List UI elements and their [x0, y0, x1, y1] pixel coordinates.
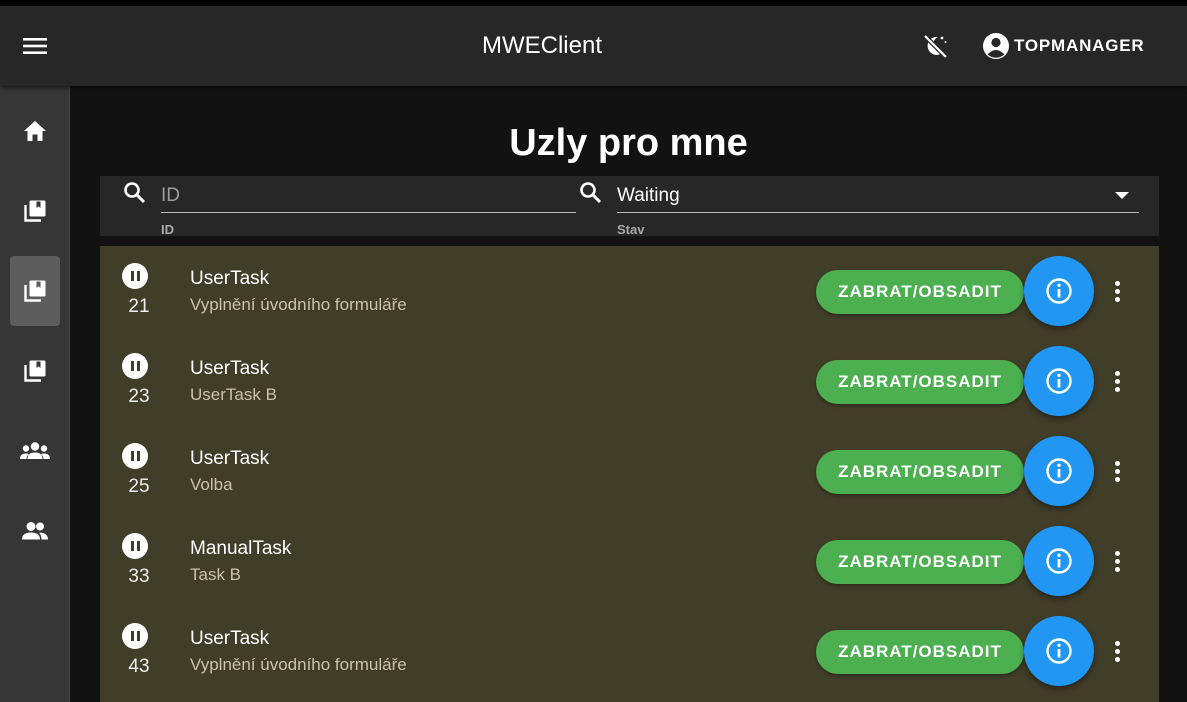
task-name: Vyplnění úvodního formuláře — [190, 295, 407, 314]
claim-button[interactable]: ZABRAT/OBSADIT — [816, 450, 1024, 494]
info-icon — [1046, 638, 1072, 664]
claim-button[interactable]: ZABRAT/OBSADIT — [816, 630, 1024, 674]
more-options-button[interactable] — [1103, 636, 1131, 666]
status-filter-select[interactable]: Waiting — [617, 180, 1139, 213]
id-filter-input[interactable]: ID — [161, 180, 576, 213]
theme-toggle-button[interactable] — [913, 26, 957, 66]
info-button[interactable] — [1024, 256, 1094, 326]
task-id: 23 — [128, 386, 150, 407]
info-icon — [1046, 458, 1072, 484]
page-title: Uzly pro mne — [509, 122, 748, 164]
info-button[interactable] — [1024, 436, 1094, 506]
task-id: 33 — [128, 566, 150, 587]
more-options-button[interactable] — [1103, 546, 1131, 576]
info-icon — [1046, 368, 1072, 394]
more-vert-icon — [1114, 378, 1120, 384]
pause-circle-icon — [122, 353, 148, 379]
pause-circle-icon — [122, 263, 148, 289]
sidebar-item-books-3[interactable] — [10, 336, 60, 406]
task-id: 25 — [128, 476, 150, 497]
task-list: 21 UserTask Vyplnění úvodního formuláře ZAB… — [100, 246, 1159, 702]
sidebar-item-books-1[interactable] — [10, 176, 60, 246]
dropdown-arrow-icon — [1115, 192, 1129, 199]
app-bar: MWEClient TOPMANAGER — [0, 6, 1187, 86]
claim-button[interactable]: ZABRAT/OBSADIT — [816, 540, 1024, 584]
sidebar — [0, 86, 70, 702]
more-vert-icon — [1114, 648, 1120, 654]
task-row: 33 ManualTask Task B ZABRAT/OBSADIT — [100, 516, 1159, 606]
pause-circle-icon — [122, 533, 148, 559]
more-vert-icon — [1114, 370, 1120, 376]
pause-circle-icon — [122, 443, 148, 469]
more-vert-icon — [1114, 476, 1120, 482]
library-books-icon — [24, 280, 46, 302]
more-vert-icon — [1114, 640, 1120, 646]
people-icon — [22, 522, 48, 540]
sidebar-item-home[interactable] — [10, 96, 60, 166]
sidebar-item-people[interactable] — [10, 496, 60, 566]
more-vert-icon — [1114, 656, 1120, 662]
more-vert-icon — [1114, 280, 1120, 286]
more-vert-icon — [1114, 550, 1120, 556]
more-vert-icon — [1114, 566, 1120, 572]
task-type: UserTask — [190, 448, 270, 469]
status-filter-label: Stav — [617, 222, 645, 237]
task-row: 23 UserTask UserTask B ZABRAT/OBSADIT — [100, 336, 1159, 426]
info-button[interactable] — [1024, 616, 1094, 686]
task-name: Vyplnění úvodního formuláře — [190, 655, 407, 674]
filter-bar: ID ID Waiting Stav — [100, 176, 1159, 237]
task-row: 25 UserTask Volba ZABRAT/OBSADIT — [100, 426, 1159, 516]
task-type: UserTask — [190, 268, 270, 289]
info-button[interactable] — [1024, 526, 1094, 596]
more-vert-icon — [1114, 288, 1120, 294]
sidebar-item-groups[interactable] — [10, 416, 60, 486]
task-row: 21 UserTask Vyplnění úvodního formuláře ZAB… — [100, 246, 1159, 336]
more-options-button[interactable] — [1103, 366, 1131, 396]
groups-icon — [20, 442, 50, 459]
task-type: ManualTask — [190, 538, 292, 559]
search-icon — [580, 182, 602, 204]
more-vert-icon — [1114, 460, 1120, 466]
info-button[interactable] — [1024, 346, 1094, 416]
more-options-button[interactable] — [1103, 456, 1131, 486]
more-vert-icon — [1114, 386, 1120, 392]
sidebar-item-books-2[interactable] — [10, 256, 60, 326]
task-name: UserTask B — [190, 385, 277, 404]
dark-mode-toggle-icon — [923, 34, 948, 59]
task-type: UserTask — [190, 628, 270, 649]
info-icon — [1046, 278, 1072, 304]
task-id: 43 — [128, 656, 150, 677]
search-icon — [124, 182, 146, 204]
home-icon — [24, 121, 46, 141]
library-books-icon — [24, 200, 46, 222]
claim-button[interactable]: ZABRAT/OBSADIT — [816, 270, 1024, 314]
id-filter-label: ID — [161, 222, 174, 237]
task-id: 21 — [128, 296, 150, 317]
library-books-icon — [24, 360, 46, 382]
claim-button[interactable]: ZABRAT/OBSADIT — [816, 360, 1024, 404]
more-options-button[interactable] — [1103, 276, 1131, 306]
task-row: 43 UserTask Vyplnění úvodního formuláře ZAB… — [100, 606, 1159, 696]
task-name: Volba — [190, 475, 233, 494]
pause-circle-icon — [122, 623, 148, 649]
more-vert-icon — [1114, 558, 1120, 564]
account-circle-icon — [983, 33, 1009, 59]
user-name: TOPMANAGER — [1014, 36, 1145, 55]
user-menu-button[interactable]: TOPMANAGER — [980, 26, 1144, 66]
status-filter-value: Waiting — [617, 185, 680, 206]
task-name: Task B — [190, 565, 242, 584]
more-vert-icon — [1114, 468, 1120, 474]
task-type: UserTask — [190, 358, 270, 379]
more-vert-icon — [1114, 296, 1120, 302]
info-icon — [1046, 548, 1072, 574]
